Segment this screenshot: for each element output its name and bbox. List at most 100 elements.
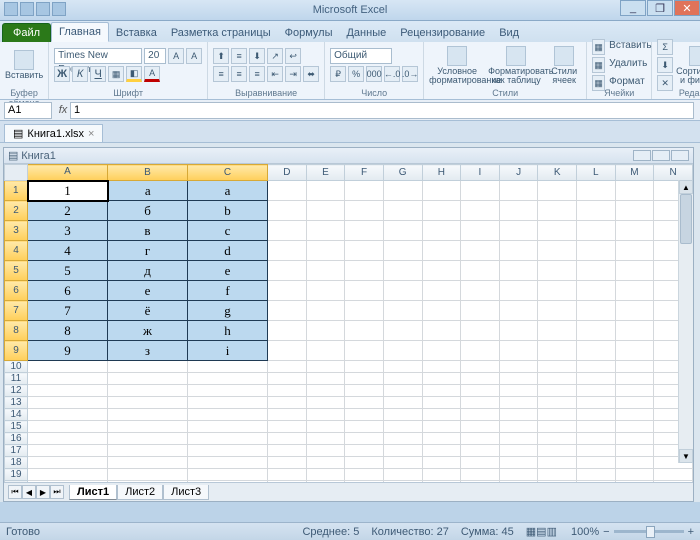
cell-F14[interactable] — [345, 409, 384, 421]
workbook-caption[interactable]: ▤ Книга1 — [4, 148, 693, 164]
cell-E16[interactable] — [306, 433, 345, 445]
cell-E18[interactable] — [306, 457, 345, 469]
cell-L20[interactable] — [577, 481, 616, 483]
cell-M19[interactable] — [615, 469, 654, 481]
cell-D9[interactable] — [268, 341, 307, 361]
cell-D3[interactable] — [268, 221, 307, 241]
font-name-select[interactable]: Times New Roman — [54, 48, 142, 64]
cell-D8[interactable] — [268, 321, 307, 341]
cell-H15[interactable] — [422, 421, 461, 433]
cell-B4[interactable]: г — [108, 241, 188, 261]
cell-J6[interactable] — [499, 281, 538, 301]
cell-I5[interactable] — [461, 261, 500, 281]
row-header-15[interactable]: 15 — [5, 421, 28, 433]
indent-dec[interactable]: ⇤ — [267, 66, 283, 82]
cell-C7[interactable]: g — [188, 301, 268, 321]
cell-B3[interactable]: в — [108, 221, 188, 241]
row-header-13[interactable]: 13 — [5, 397, 28, 409]
cell-C3[interactable]: c — [188, 221, 268, 241]
row-header-16[interactable]: 16 — [5, 433, 28, 445]
cell-H10[interactable] — [422, 361, 461, 373]
ribbon-tab-home[interactable]: Главная — [51, 22, 109, 42]
font-color-button[interactable]: A — [144, 66, 160, 82]
zoom-out-button[interactable]: − — [603, 526, 609, 538]
name-box[interactable]: A1 — [4, 102, 52, 119]
cell-A13[interactable] — [28, 397, 108, 409]
cell-E15[interactable] — [306, 421, 345, 433]
cell-A1[interactable]: 1 — [28, 181, 108, 201]
cell-D17[interactable] — [268, 445, 307, 457]
col-header-N[interactable]: N — [654, 165, 693, 181]
cell-L10[interactable] — [577, 361, 616, 373]
ribbon-tab-insert[interactable]: Вставка — [109, 24, 164, 42]
cell-C1[interactable]: a — [188, 181, 268, 201]
cell-B20[interactable] — [108, 481, 188, 483]
col-header-I[interactable]: I — [461, 165, 500, 181]
cell-J8[interactable] — [499, 321, 538, 341]
cell-I2[interactable] — [461, 201, 500, 221]
cell-I16[interactable] — [461, 433, 500, 445]
align-middle[interactable]: ≡ — [231, 48, 247, 64]
cell-C17[interactable] — [188, 445, 268, 457]
cell-K2[interactable] — [538, 201, 577, 221]
cell-K9[interactable] — [538, 341, 577, 361]
cell-M18[interactable] — [615, 457, 654, 469]
cell-J14[interactable] — [499, 409, 538, 421]
cell-G20[interactable] — [383, 481, 422, 483]
cell-M5[interactable] — [615, 261, 654, 281]
ribbon-tab-formulas[interactable]: Формулы — [278, 24, 340, 42]
cell-J7[interactable] — [499, 301, 538, 321]
cell-C9[interactable]: i — [188, 341, 268, 361]
row-header-8[interactable]: 8 — [5, 321, 28, 341]
sheet-nav-last[interactable]: ⏭ — [50, 485, 64, 499]
cell-D1[interactable] — [268, 181, 307, 201]
cell-H3[interactable] — [422, 221, 461, 241]
cell-M8[interactable] — [615, 321, 654, 341]
align-top[interactable]: ⬆ — [213, 48, 229, 64]
row-header-2[interactable]: 2 — [5, 201, 28, 221]
minimize-button[interactable]: _ — [620, 0, 646, 16]
cell-H4[interactable] — [422, 241, 461, 261]
cell-K20[interactable] — [538, 481, 577, 483]
cell-I9[interactable] — [461, 341, 500, 361]
sheet-nav-next[interactable]: ▶ — [36, 485, 50, 499]
cell-F17[interactable] — [345, 445, 384, 457]
cell-H7[interactable] — [422, 301, 461, 321]
cell-H16[interactable] — [422, 433, 461, 445]
cell-C19[interactable] — [188, 469, 268, 481]
cell-H13[interactable] — [422, 397, 461, 409]
cell-H14[interactable] — [422, 409, 461, 421]
cell-F1[interactable] — [345, 181, 384, 201]
cell-I15[interactable] — [461, 421, 500, 433]
cell-F16[interactable] — [345, 433, 384, 445]
cell-K6[interactable] — [538, 281, 577, 301]
cell-E4[interactable] — [306, 241, 345, 261]
cell-M3[interactable] — [615, 221, 654, 241]
file-tab[interactable]: Файл — [2, 23, 51, 42]
sheet-nav-prev[interactable]: ◀ — [22, 485, 36, 499]
cell-F13[interactable] — [345, 397, 384, 409]
merge[interactable]: ⬌ — [303, 66, 319, 82]
cell-L4[interactable] — [577, 241, 616, 261]
cell-D18[interactable] — [268, 457, 307, 469]
cell-E13[interactable] — [306, 397, 345, 409]
col-header-L[interactable]: L — [577, 165, 616, 181]
row-header-6[interactable]: 6 — [5, 281, 28, 301]
cell-N19[interactable] — [654, 469, 693, 481]
cell-D14[interactable] — [268, 409, 307, 421]
cell-F20[interactable] — [345, 481, 384, 483]
col-header-B[interactable]: B — [108, 165, 188, 181]
cell-G11[interactable] — [383, 373, 422, 385]
cell-C14[interactable] — [188, 409, 268, 421]
cell-L7[interactable] — [577, 301, 616, 321]
cell-L14[interactable] — [577, 409, 616, 421]
cell-E3[interactable] — [306, 221, 345, 241]
cell-I1[interactable] — [461, 181, 500, 201]
cell-D2[interactable] — [268, 201, 307, 221]
underline-button[interactable]: Ч — [90, 66, 106, 82]
cell-L3[interactable] — [577, 221, 616, 241]
cell-F12[interactable] — [345, 385, 384, 397]
cell-D11[interactable] — [268, 373, 307, 385]
cell-B12[interactable] — [108, 385, 188, 397]
cell-M9[interactable] — [615, 341, 654, 361]
